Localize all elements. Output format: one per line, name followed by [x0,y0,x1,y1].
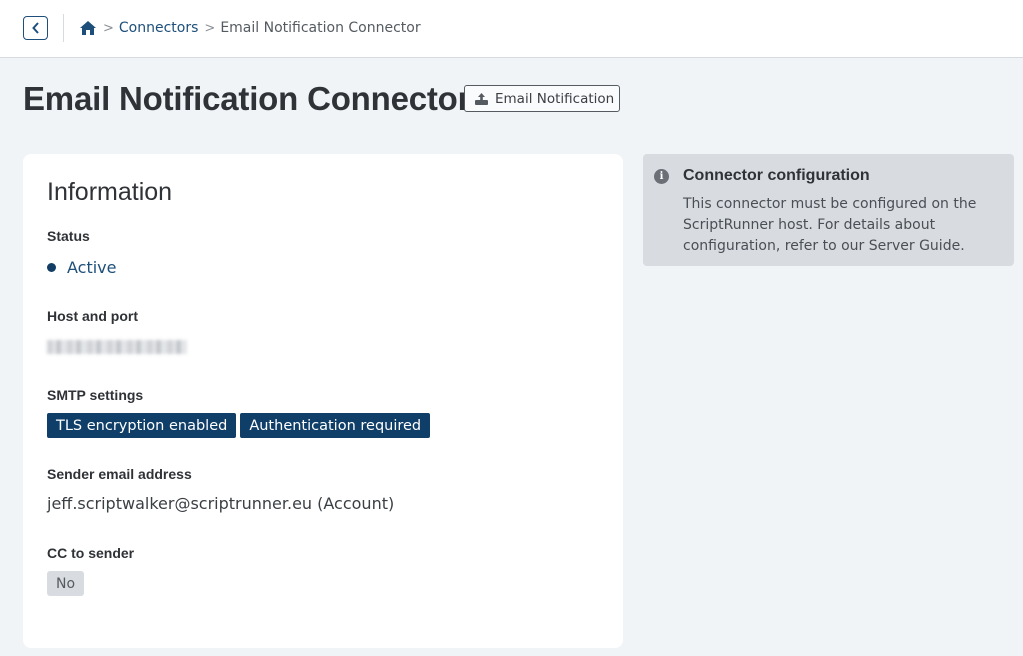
home-icon[interactable] [79,20,97,36]
status-label: Status [47,228,90,244]
host-port-value-redacted [47,340,187,354]
sender-email-label: Sender email address [47,466,192,482]
breadcrumb: > Connectors > Email Notification Connec… [79,17,421,39]
connector-type-label: Email Notification [495,90,615,107]
connector-type-badge: Email Notification [464,85,620,112]
status-indicator: Active [47,258,117,277]
config-panel-body: This connector must be configured on the… [683,196,977,254]
smtp-settings-label: SMTP settings [47,387,144,403]
page-title: Email Notification Connector [23,80,471,117]
host-port-label: Host and port [47,308,138,324]
status-value: Active [67,258,117,277]
divider [63,14,64,42]
chevron-left-icon [31,22,39,34]
breadcrumb-separator: > [103,20,114,36]
cc-sender-value: No [47,571,84,596]
smtp-tags: TLS encryption enabled Authentication re… [47,413,431,438]
connector-configuration-panel: i Connector configuration This connector… [643,154,1014,266]
breadcrumb-separator: > [204,20,216,36]
information-heading: Information [47,178,173,206]
information-card: Information Status Active Host and port … [23,154,623,648]
status-dot-icon [47,263,56,272]
back-button[interactable] [23,16,48,40]
auth-tag: Authentication required [240,413,431,438]
breadcrumb-current: Email Notification Connector [220,20,421,36]
cc-sender-label: CC to sender [47,545,135,561]
info-icon: i [654,169,669,184]
config-panel-title: Connector configuration [683,167,870,184]
breadcrumb-connectors-link[interactable]: Connectors [119,20,199,36]
sender-email-value: jeff.scriptwalker@scriptrunner.eu (Accou… [47,494,395,513]
tls-tag: TLS encryption enabled [47,413,237,438]
top-bar: > Connectors > Email Notification Connec… [0,0,1023,58]
upload-icon [475,92,488,105]
